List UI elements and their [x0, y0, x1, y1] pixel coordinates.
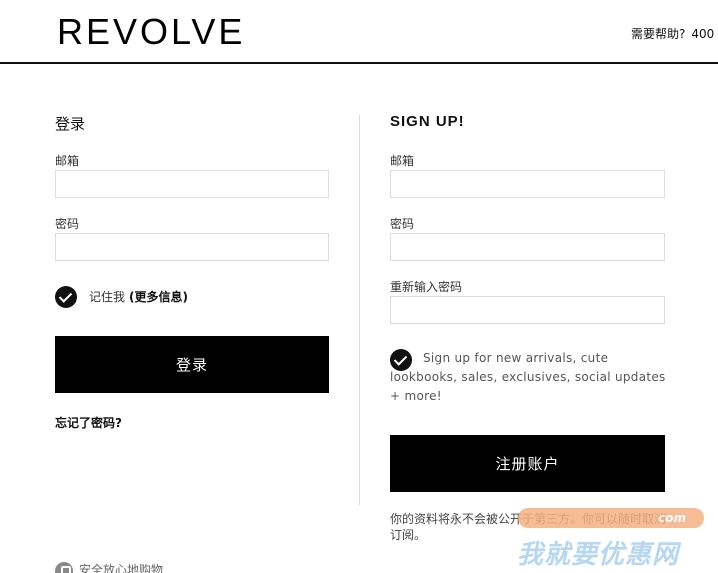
secure-shopping: 安全放心地购物 [55, 561, 163, 573]
column-divider [359, 115, 360, 505]
newsletter-text: Sign up for new arrivals, cute lookbooks… [390, 351, 666, 403]
remember-me[interactable]: 记住我 (更多信息) [89, 288, 188, 305]
login-email-label: 邮箱 [55, 154, 80, 168]
signup-password-label: 密码 [390, 217, 415, 231]
signup-confirm-input[interactable] [390, 296, 665, 324]
more-info-link[interactable]: (更多信息) [129, 290, 188, 304]
signup-title: SIGN UP! [390, 113, 465, 130]
remember-me-label: 记住我 [89, 290, 126, 304]
secure-shopping-label: 安全放心地购物 [79, 563, 164, 573]
login-password-label: 密码 [55, 217, 80, 231]
signup-password-input[interactable] [390, 233, 665, 261]
signup-email-input[interactable] [390, 170, 665, 198]
remember-me-checkbox[interactable] [55, 286, 77, 308]
signup-confirm-label: 重新输入密码 [390, 280, 463, 294]
help-contact[interactable]: 需要帮助? 400 [631, 25, 714, 42]
login-password-input[interactable] [55, 233, 329, 261]
login-title: 登录 [55, 115, 86, 133]
lock-icon [55, 561, 73, 573]
login-email-input[interactable] [55, 170, 329, 198]
signup-button[interactable]: 注册账户 [390, 435, 665, 492]
help-phone[interactable]: 400 [691, 27, 714, 41]
site-header: REVOLVE 需要帮助? 400 [0, 0, 718, 64]
login-button[interactable]: 登录 [55, 336, 329, 393]
revolve-logo[interactable]: REVOLVE [57, 12, 245, 52]
watermark-badge: com [518, 508, 704, 528]
watermark-text: 我就要优惠网 [517, 540, 680, 570]
help-label[interactable]: 需要帮助? [631, 27, 685, 41]
forgot-password-link[interactable]: 忘记了密码? [55, 414, 122, 431]
signup-email-label: 邮箱 [390, 154, 415, 168]
